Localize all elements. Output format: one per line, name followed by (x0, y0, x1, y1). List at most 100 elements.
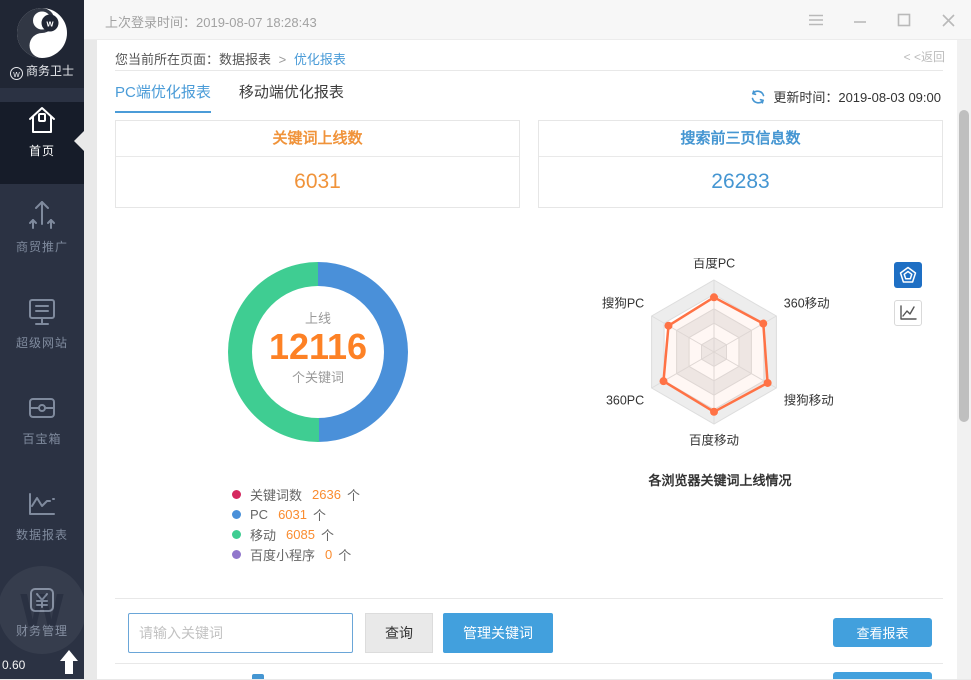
stat-card-top3-info: 搜索前三页信息数 26283 (538, 120, 943, 208)
radar-view-toggle[interactable] (894, 262, 922, 288)
radar-axis-label: 百度PC (693, 258, 735, 270)
breadcrumb-separator: > (279, 52, 287, 67)
menu-icon[interactable] (807, 11, 825, 29)
brand: w商务卫士 (0, 62, 84, 80)
svg-text:w: w (45, 19, 54, 29)
sidebar-item-promotion[interactable]: 商贸推广 (0, 198, 84, 280)
stat-card-keywords-online: 关键词上线数 6031 (115, 120, 520, 208)
home-icon (23, 102, 61, 138)
donut-center: 上线 12116 个关键词 (252, 286, 384, 418)
view-report-button[interactable]: 查看报表 (833, 618, 932, 647)
radar-axis-label: 360移动 (784, 297, 830, 311)
radar-chart: 百度PC 360移动搜狗移动百度移动 360PC 搜狗PC (580, 258, 860, 488)
sidebar-item-label: 数据报表 (16, 528, 68, 542)
main-panel: < <返回 您当前所在页面：数据报表 > 优化报表 PC端优化报表 移动端优化报… (97, 40, 957, 679)
legend-value: 0 (325, 547, 332, 562)
radar-axis-label: 百度移动 (689, 433, 739, 448)
query-button[interactable]: 查询 (365, 613, 433, 653)
breadcrumb-divider (115, 70, 943, 71)
legend-dot-keywords (232, 490, 241, 499)
scroll-top-arrow-icon[interactable] (58, 649, 80, 675)
report-tabs: PC端优化报表 移动端优化报表 (115, 81, 344, 113)
sidebar: w w商务卫士 首页 商贸推广 (0, 0, 84, 679)
legend-dot-mobile (232, 530, 241, 539)
sidebar-item-label: 首页 (29, 144, 55, 158)
legend-value: 6085 (286, 527, 315, 542)
close-icon[interactable] (939, 11, 957, 29)
legend-item-mobile: 移动 6085 个 (232, 524, 360, 544)
watermark-logo: W (0, 560, 92, 660)
legend-label: PC (250, 507, 268, 522)
sidebar-item-label: 百宝箱 (22, 432, 61, 446)
legend-unit: 个 (313, 505, 326, 524)
donut-legend: 关键词数 2636 个 PC 6031 个 移动 6085 个 百度小程序 0 … (232, 484, 360, 564)
legend-item-pc: PC 6031 个 (232, 504, 360, 524)
stat-card-value: 6031 (116, 157, 519, 207)
donut-label-bottom: 个关键词 (252, 367, 384, 386)
back-link[interactable]: < <返回 (904, 48, 945, 65)
tab-pc-report[interactable]: PC端优化报表 (115, 81, 211, 113)
sidebar-header: w w商务卫士 (0, 0, 84, 88)
legend-value: 2636 (312, 487, 341, 502)
maximize-icon[interactable] (895, 11, 913, 29)
legend-label: 关键词数 (250, 485, 302, 504)
sidebar-item-label: 商贸推广 (16, 240, 68, 254)
legend-label: 百度小程序 (250, 545, 315, 564)
toolbox-icon (23, 390, 61, 426)
stat-card-title: 关键词上线数 (116, 121, 519, 157)
legend-item-miniprogram: 百度小程序 0 个 (232, 544, 360, 564)
scrollbar-thumb[interactable] (959, 110, 969, 422)
legend-unit: 个 (321, 525, 334, 544)
donut-total-value: 12116 (252, 327, 384, 367)
bottom-divider (115, 663, 943, 664)
report-icon (23, 486, 61, 522)
active-item-notch (74, 131, 84, 151)
keyword-search-input[interactable] (128, 613, 353, 653)
clipped-next-section-text (252, 674, 264, 679)
svg-text:W: W (20, 584, 64, 636)
scrollbar-track[interactable] (957, 40, 971, 679)
update-time-label: 更新时间：2019-08-03 09:00 (773, 87, 941, 106)
radar-axis-label: 360PC (606, 393, 644, 407)
update-time-row: 更新时间：2019-08-03 09:00 (750, 87, 941, 106)
minimize-icon[interactable] (851, 11, 869, 29)
sidebar-item-website[interactable]: 超级网站 (0, 294, 84, 376)
window-controls (807, 0, 957, 40)
website-icon (23, 294, 61, 330)
refresh-icon[interactable] (750, 89, 766, 105)
legend-dot-pc (232, 510, 241, 519)
app-window: { "app": { "brand": "商务卫士", "version": "… (0, 0, 971, 679)
legend-dot-miniprogram (232, 550, 241, 559)
sidebar-item-toolbox[interactable]: 百宝箱 (0, 390, 84, 472)
last-login-label: 上次登录时间：2019-08-07 18:28:43 (105, 12, 317, 31)
line-view-toggle[interactable] (894, 300, 922, 326)
radar-axis-label: 搜狗移动 (784, 392, 834, 407)
view-report-button-next[interactable] (833, 672, 932, 679)
legend-item-keywords: 关键词数 2636 个 (232, 484, 360, 504)
breadcrumb: 您当前所在页面：数据报表 > 优化报表 (115, 49, 346, 68)
promotion-icon (23, 198, 61, 234)
breadcrumb-current[interactable]: 优化报表 (294, 52, 346, 67)
manage-keywords-button[interactable]: 管理关键词 (443, 613, 553, 653)
stat-card-value: 26283 (539, 157, 942, 207)
section-divider (115, 598, 943, 599)
legend-value: 6031 (278, 507, 307, 522)
titlebar: 上次登录时间：2019-08-07 18:28:43 (84, 0, 971, 40)
radar-chart-title: 各浏览器关键词上线情况 (580, 470, 860, 489)
sidebar-item-home[interactable]: 首页 (0, 102, 84, 184)
brand-label: 商务卫士 (26, 64, 74, 78)
donut-label-top: 上线 (252, 308, 384, 327)
breadcrumb-section: 数据报表 (219, 52, 271, 67)
breadcrumb-prefix: 您当前所在页面： (115, 52, 219, 67)
donut-chart: 上线 12116 个关键词 (228, 262, 408, 442)
stat-card-title: 搜索前三页信息数 (539, 121, 942, 157)
radar-axis-label: 搜狗PC (602, 296, 644, 311)
tab-mobile-report[interactable]: 移动端优化报表 (239, 81, 344, 113)
sidebar-item-reports[interactable]: 数据报表 (0, 486, 84, 568)
legend-unit: 个 (347, 485, 360, 504)
sidebar-item-label: 超级网站 (16, 336, 68, 350)
version-label: 0.60 (2, 658, 25, 672)
legend-unit: 个 (338, 545, 351, 564)
legend-label: 移动 (250, 525, 276, 544)
app-logo-icon: w (14, 5, 70, 66)
